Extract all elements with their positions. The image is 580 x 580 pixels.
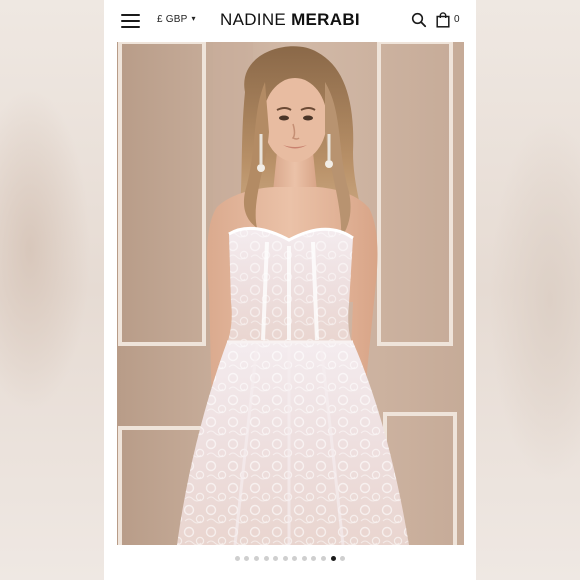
site-header: £ GBP ▾ NADINE MERABI 0 — [104, 0, 476, 42]
hamburger-icon[interactable] — [121, 13, 141, 29]
brand-name-last: MERABI — [291, 10, 360, 29]
model-wearing-dress-image — [117, 42, 464, 545]
carousel-dot[interactable] — [311, 556, 317, 561]
carousel-dot[interactable] — [292, 556, 298, 561]
mobile-page: £ GBP ▾ NADINE MERABI 0 — [104, 0, 476, 580]
carousel-dot-active[interactable] — [330, 556, 336, 561]
shopping-bag-icon[interactable] — [436, 12, 450, 28]
cart-count[interactable]: 0 — [454, 14, 460, 25]
carousel-pagination — [104, 556, 476, 561]
carousel-dot[interactable] — [340, 556, 346, 561]
carousel-dot[interactable] — [282, 556, 288, 561]
carousel-dot[interactable] — [301, 556, 307, 561]
carousel-dot[interactable] — [273, 556, 279, 561]
carousel-dot[interactable] — [253, 556, 259, 561]
currency-selector[interactable]: £ GBP ▾ — [157, 14, 196, 25]
currency-label: £ GBP — [157, 14, 188, 25]
carousel-dot[interactable] — [263, 556, 269, 561]
brand-name-first: NADINE — [220, 10, 287, 29]
carousel-dot[interactable] — [244, 556, 250, 561]
chevron-down-icon: ▾ — [191, 14, 196, 23]
brand-logo[interactable]: NADINE MERABI — [220, 10, 360, 30]
product-image[interactable] — [117, 42, 464, 545]
search-icon[interactable] — [411, 12, 427, 28]
carousel-dot[interactable] — [234, 556, 240, 561]
carousel-dot[interactable] — [321, 556, 327, 561]
